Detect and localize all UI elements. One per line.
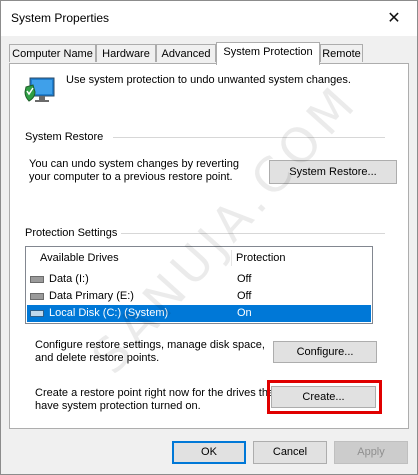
window-title: System Properties (11, 11, 110, 25)
system-properties-window: System Properties ✕ Computer Name Hardwa… (0, 0, 418, 475)
list-item[interactable]: Data (I:) Off (27, 271, 371, 288)
tab-computer-name[interactable]: Computer Name (9, 44, 96, 62)
drive-protection: Off (237, 273, 252, 285)
drive-protection: Off (237, 290, 252, 302)
configure-button[interactable]: Configure... (273, 341, 377, 363)
drives-list[interactable]: Available Drives Protection Data (I:) Of… (25, 246, 373, 324)
create-description-line1: Create a restore point right now for the… (35, 387, 278, 399)
tab-remote[interactable]: Remote (320, 44, 363, 62)
section-divider (113, 137, 385, 138)
section-divider (121, 233, 385, 234)
intro-text: Use system protection to undo unwanted s… (66, 74, 351, 86)
column-header-available-drives[interactable]: Available Drives (40, 247, 119, 269)
drive-name: Data (I:) (49, 273, 89, 285)
create-description-line2: have system protection turned on. (35, 400, 201, 412)
list-item[interactable]: Data Primary (E:) Off (27, 288, 371, 305)
configure-description-line1: Configure restore settings, manage disk … (35, 339, 265, 351)
tab-advanced[interactable]: Advanced (156, 44, 216, 62)
system-protection-icon (24, 77, 55, 102)
tab-hardware[interactable]: Hardware (96, 44, 156, 62)
tab-strip: Computer Name Hardware Advanced System P… (9, 42, 409, 65)
highlight-box (267, 380, 382, 414)
system-restore-description-line1: You can undo system changes by reverting (29, 158, 239, 170)
drive-icon (30, 276, 44, 283)
system-restore-heading: System Restore (25, 131, 104, 143)
tab-system-protection[interactable]: System Protection (216, 42, 320, 65)
drive-icon (30, 293, 44, 300)
protection-settings-heading: Protection Settings (25, 227, 118, 239)
system-drive-icon (30, 310, 44, 317)
drive-protection: On (237, 307, 252, 319)
apply-button[interactable]: Apply (334, 441, 408, 464)
cancel-button[interactable]: Cancel (253, 441, 327, 464)
drive-name: Local Disk (C:) (System) (49, 307, 169, 319)
list-item-selected[interactable]: Local Disk (C:) (System) On (27, 305, 371, 322)
ok-button[interactable]: OK (172, 441, 246, 464)
column-header-protection[interactable]: Protection (236, 247, 286, 269)
title-bar: System Properties ✕ (1, 1, 417, 36)
column-separator (231, 250, 232, 266)
close-icon[interactable]: ✕ (371, 1, 417, 36)
system-restore-button[interactable]: System Restore... (269, 160, 397, 184)
configure-description-line2: and delete restore points. (35, 352, 160, 364)
drive-name: Data Primary (E:) (49, 290, 134, 302)
system-restore-description-line2: your computer to a previous restore poin… (29, 171, 233, 183)
